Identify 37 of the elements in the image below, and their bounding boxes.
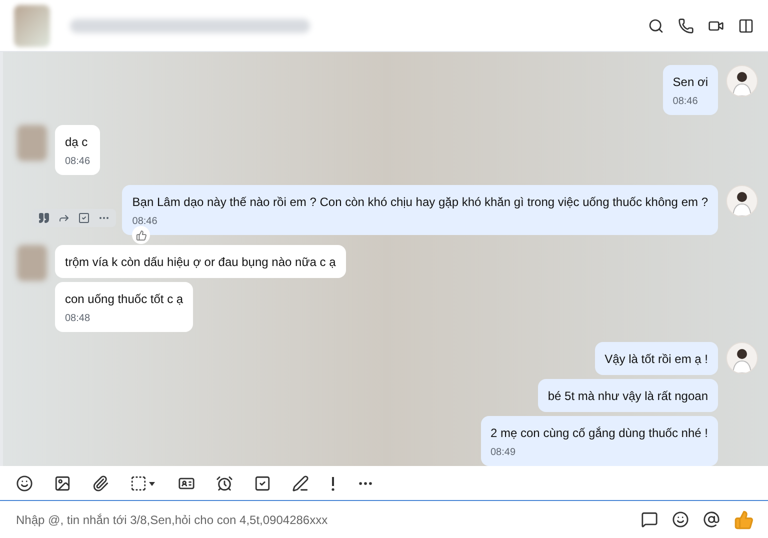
message-text: Bạn Lâm dạo này thế nào rồi em ? Con còn khó chịu hay gặp khó khăn gì trong việc uống thuốc không em ? [132,194,708,211]
blurred-avatar [14,4,50,46]
quote-icon[interactable] [38,212,50,224]
message-text: con uống thuốc tốt c ạ [65,291,184,308]
side-panel-icon[interactable] [738,18,754,34]
avatar[interactable] [726,65,758,97]
message-text: dạ c [65,134,89,151]
avatar[interactable] [726,185,758,217]
sticker-icon[interactable] [16,474,33,492]
message-text: Sen ơi [672,74,708,91]
message-time: 08:46 [65,156,90,168]
emoji-icon[interactable] [672,511,689,528]
message-time: 08:48 [65,313,92,325]
checkbox-icon[interactable] [254,474,271,492]
message-time: 08:49 [490,447,517,459]
exclamation-icon[interactable] [330,474,336,492]
like-icon[interactable] [132,226,150,244]
screenshot-icon[interactable] [130,474,157,492]
text-format-icon[interactable] [292,474,309,492]
image-icon[interactable] [54,474,71,492]
message-text: Vậy là tốt rồi em ạ ! [604,351,708,368]
phone-icon[interactable] [678,18,694,34]
forward-icon[interactable] [58,212,70,224]
message-time: 08:46 [132,216,158,228]
message-text: bé 5t mà như vậy là rất ngoan [548,388,708,405]
search-icon[interactable] [648,18,664,34]
paperclip-icon[interactable] [92,474,109,492]
thumbs-up-icon[interactable] [734,510,754,530]
message-text: trộm vía k còn dấu hiệu ợ or đau bụng nào nữa c ạ [65,254,336,271]
at-sign-icon[interactable] [703,511,720,528]
quick-message-icon[interactable] [641,511,658,528]
message-input[interactable]: Nhập @, tin nhắn tới 3/8,Sen,hỏi cho con 4,5t,0904286xxx [14,512,641,528]
task-icon[interactable] [78,212,90,224]
message-time: 08:46 [672,96,699,108]
avatar[interactable] [726,342,758,374]
message-text: 2 mẹ con cùng cố gắng dùng thuốc nhé ! [490,425,708,442]
alarm-clock-icon[interactable] [216,474,233,492]
